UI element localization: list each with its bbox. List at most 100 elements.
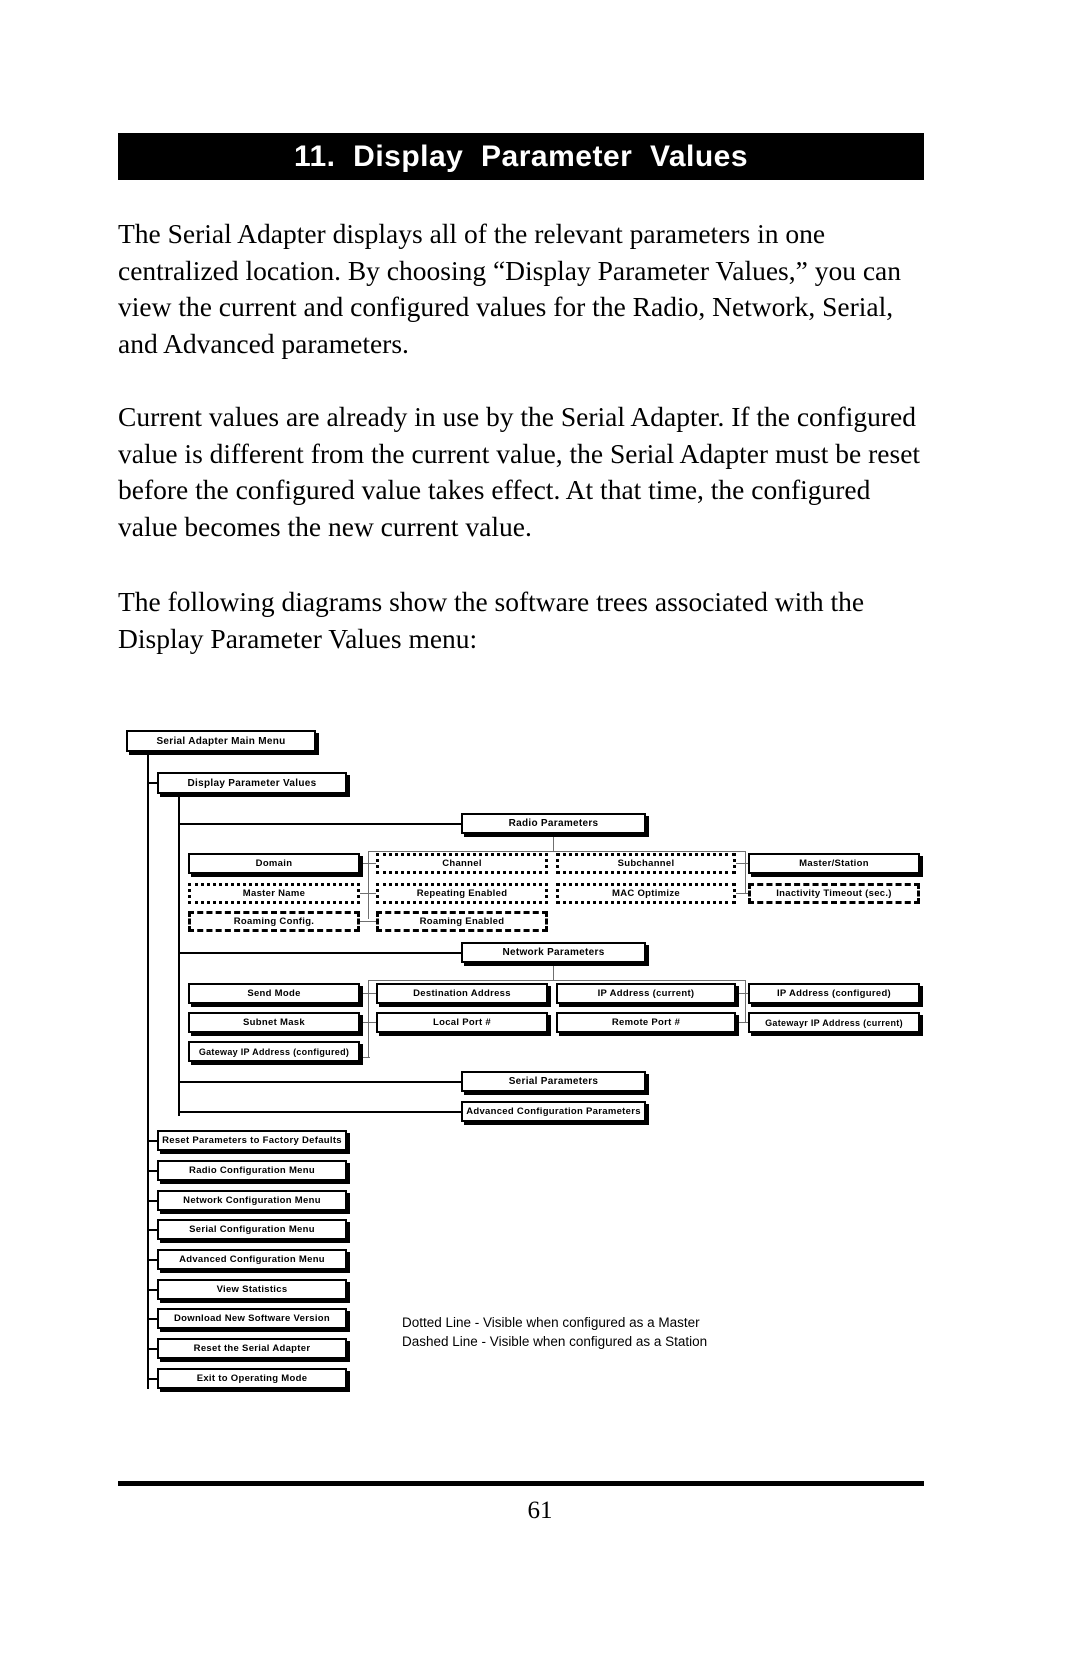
paragraph-2: Current values are already in use by the… <box>118 401 921 542</box>
connector-menu-0 <box>147 1140 157 1142</box>
node-label: Serial Parameters <box>508 1076 599 1087</box>
connector-dpv-to-network <box>178 952 461 954</box>
node-label: Serial Adapter Main Menu <box>156 735 286 747</box>
node-label: Network Parameters <box>502 947 605 958</box>
node-display-parameter-values: Display Parameter Values <box>157 772 347 794</box>
node-label: IP Address (configured) <box>776 988 892 999</box>
node-remote-port: Remote Port # <box>556 1012 736 1033</box>
node-inactivity-timeout: Inactivity Timeout (sec.) <box>748 883 920 904</box>
node-ip-address-current: IP Address (current) <box>556 983 736 1004</box>
trunk-vertical-main <box>147 752 149 1389</box>
node-label: Master/Station <box>799 858 869 869</box>
node-label: Reset Parameters to Factory Defaults <box>162 1135 342 1146</box>
node-channel: Channel <box>376 853 548 874</box>
node-main-menu-item: Exit to Operating Mode <box>157 1368 347 1389</box>
node-label: Subchannel <box>617 858 675 869</box>
node-main-menu-item: Advanced Configuration Menu <box>157 1249 347 1270</box>
node-domain: Domain <box>188 853 360 874</box>
connector-root-to-dpv <box>147 782 157 784</box>
network-bus-left-drop <box>368 980 370 1058</box>
network-bus-right-drop <box>745 980 747 1022</box>
connector-menu-5 <box>147 1289 157 1291</box>
node-main-menu-item: Network Configuration Menu <box>157 1190 347 1211</box>
node-label: Domain <box>255 858 293 869</box>
trunk-vertical-dpv <box>178 794 180 1116</box>
node-mac-optimize: MAC Optimize <box>556 883 736 904</box>
node-main-menu-item: View Statistics <box>157 1279 347 1300</box>
node-label: Inactivity Timeout (sec.) <box>776 888 892 899</box>
radio-bus-right-drop <box>745 851 747 893</box>
connector-dpv-to-radio <box>178 823 461 825</box>
radio-drop-vertical <box>553 834 555 851</box>
diagram-legend: Dotted Line - Visible when configured as… <box>402 1315 708 1349</box>
connector-dpv-to-serial <box>178 1081 461 1083</box>
page-title: 11. Display Parameter Values <box>293 139 749 173</box>
node-send-mode: Send Mode <box>188 983 360 1004</box>
radio-bus-left-drop <box>368 851 370 919</box>
node-label: Master Name <box>242 888 306 899</box>
footer-rule <box>118 1481 924 1486</box>
node-label: Roaming Config. <box>233 916 315 927</box>
connector-menu-6 <box>147 1318 157 1320</box>
node-main-menu-item: Serial Configuration Menu <box>157 1219 347 1240</box>
node-gateway-ip-current: Gatewayr IP Address (current) <box>748 1012 920 1033</box>
node-serial-parameters: Serial Parameters <box>461 1071 646 1092</box>
paragraph-3: The following diagrams show the software… <box>118 586 865 654</box>
connector-menu-4 <box>147 1259 157 1261</box>
node-label: Serial Configuration Menu <box>189 1224 315 1235</box>
node-label: View Statistics <box>216 1284 288 1295</box>
node-label: Remote Port # <box>611 1017 681 1028</box>
node-label: Advanced Configuration Menu <box>179 1254 325 1265</box>
node-label: MAC Optimize <box>612 888 680 899</box>
node-subchannel: Subchannel <box>556 853 736 874</box>
node-master-name: Master Name <box>188 883 360 904</box>
paragraph-1: The Serial Adapter displays all of the r… <box>118 218 901 359</box>
node-roaming-config: Roaming Config. <box>188 911 360 932</box>
node-label: Exit to Operating Mode <box>196 1373 308 1384</box>
node-main-menu-item: Radio Configuration Menu <box>157 1160 347 1181</box>
node-repeating-enabled: Repeating Enabled <box>376 883 548 904</box>
node-label: Roaming Enabled <box>419 916 505 927</box>
connector-menu-3 <box>147 1229 157 1231</box>
node-main-menu-item: Reset Parameters to Factory Defaults <box>157 1130 347 1151</box>
node-destination-address: Destination Address <box>376 983 548 1004</box>
node-main-menu-item: Download New Software Version <box>157 1308 347 1329</box>
connector-menu-7 <box>147 1348 157 1350</box>
network-drop-vertical <box>553 963 555 980</box>
node-label: Send Mode <box>247 988 301 999</box>
node-subnet-mask: Subnet Mask <box>188 1012 360 1033</box>
node-label: Channel <box>442 858 482 869</box>
node-master-station: Master/Station <box>748 853 920 874</box>
connector-dpv-to-advanced <box>178 1111 461 1113</box>
connector-menu-8 <box>147 1378 157 1380</box>
node-roaming-enabled: Roaming Enabled <box>376 911 548 932</box>
node-advanced-configuration-parameters: Advanced Configuration Parameters <box>461 1101 646 1122</box>
network-bus-horizontal <box>368 980 746 982</box>
node-ip-address-configured: IP Address (configured) <box>748 983 920 1004</box>
node-label: Display Parameter Values <box>187 777 317 789</box>
node-network-parameters: Network Parameters <box>461 942 646 963</box>
node-label: Destination Address <box>413 988 511 999</box>
node-label: IP Address (current) <box>597 988 695 999</box>
page-number: 61 <box>527 1497 553 1524</box>
node-local-port: Local Port # <box>376 1012 548 1033</box>
node-label: Local Port # <box>433 1017 491 1028</box>
node-label: Gateway IP Address (configured) <box>198 1046 350 1057</box>
node-label: Repeating Enabled <box>416 888 508 899</box>
chapter-title-banner: 11. Display Parameter Values <box>118 133 924 180</box>
node-serial-adapter-main-menu: Serial Adapter Main Menu <box>126 730 316 752</box>
node-radio-parameters: Radio Parameters <box>461 813 646 834</box>
node-label: Gatewayr IP Address (current) <box>765 1017 903 1028</box>
node-gateway-ip-configured: Gateway IP Address (configured) <box>188 1041 360 1062</box>
node-main-menu-item: Reset the Serial Adapter <box>157 1338 347 1359</box>
connector-gatewayconfigured-to-bus <box>360 1057 370 1059</box>
node-label: Radio Configuration Menu <box>189 1165 315 1176</box>
node-label: Network Configuration Menu <box>183 1195 321 1206</box>
connector-menu-2 <box>147 1200 157 1202</box>
connector-menu-1 <box>147 1170 157 1172</box>
radio-bus-horizontal <box>368 851 746 853</box>
node-label: Radio Parameters <box>508 818 599 829</box>
node-label: Subnet Mask <box>243 1017 305 1028</box>
document-page: 11. Display Parameter Values The Serial … <box>0 0 1080 1669</box>
node-label: Reset the Serial Adapter <box>193 1343 311 1354</box>
